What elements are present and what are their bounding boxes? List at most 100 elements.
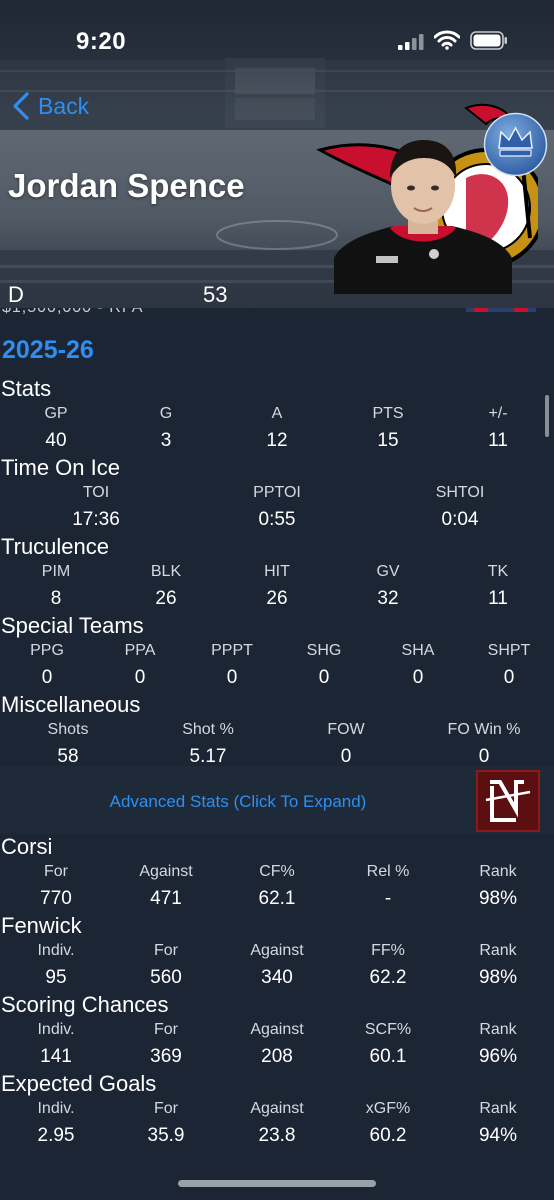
stat-value: 369 xyxy=(150,1046,182,1067)
section-title-miscellaneous: Miscellaneous xyxy=(1,692,141,717)
stat-value: - xyxy=(384,888,392,909)
stat-truculence-gv: GV 32 xyxy=(333,562,443,610)
back-button[interactable]: Back xyxy=(12,92,89,120)
stat-value: 17:36 xyxy=(72,509,120,530)
stat-miscellaneous-shot: Shot % 5.17 xyxy=(153,720,263,768)
stat-miscellaneous-shots: Shots 58 xyxy=(13,720,123,768)
stat-label: For xyxy=(154,942,178,959)
stat-value: 0:04 xyxy=(441,509,479,530)
nst-logo-icon[interactable] xyxy=(476,770,540,832)
player-header: 9:20 Back Jordan Spence D 53 xyxy=(0,0,554,315)
stat-value: 3 xyxy=(160,430,172,451)
section-title-truculence: Truculence xyxy=(1,534,110,559)
stat-expected-goals-for: For 35.9 xyxy=(111,1099,221,1147)
stat-value: 5.17 xyxy=(189,746,227,767)
stat-label: GP xyxy=(44,405,68,422)
stat-label: SHTOI xyxy=(435,484,485,501)
stat-value: 11 xyxy=(488,588,508,609)
scrollbar[interactable] xyxy=(545,395,549,437)
stat-label: HIT xyxy=(264,563,290,580)
stat-label: +/- xyxy=(488,405,508,422)
player-number: 53 xyxy=(203,282,228,307)
stat-label: GV xyxy=(376,563,400,580)
stat-label: Rel % xyxy=(366,863,410,880)
stat-label: Rank xyxy=(479,863,517,880)
stat-value: 26 xyxy=(155,588,177,609)
stat-fenwick-indiv: Indiv. 95 xyxy=(1,941,111,989)
stat-fenwick-ff: FF% 62.2 xyxy=(333,941,443,989)
stat-label: For xyxy=(154,1021,178,1038)
stat-value: 62.2 xyxy=(369,967,407,988)
stat-value: 0 xyxy=(478,746,490,767)
player-name: Jordan Spence xyxy=(8,167,245,204)
stat-value: 8 xyxy=(50,588,62,609)
section-title-scoring-chances: Scoring Chances xyxy=(1,992,169,1017)
stat-truculence-blk: BLK 26 xyxy=(111,562,221,610)
stat-value: 58 xyxy=(57,746,79,767)
stat-scoring-chances-against: Against 208 xyxy=(222,1020,332,1068)
stat-fenwick-against: Against 340 xyxy=(222,941,332,989)
stat-value: 141 xyxy=(40,1046,72,1067)
stat-time-on-ice-shtoi: SHTOI 0:04 xyxy=(405,483,515,531)
stat-label: SCF% xyxy=(364,1021,412,1038)
stat-label: PTS xyxy=(372,405,404,422)
home-indicator[interactable] xyxy=(178,1180,376,1187)
stat-fenwick-for: For 560 xyxy=(111,941,221,989)
stat-value: 11 xyxy=(488,430,508,451)
stat-value: 95 xyxy=(45,967,67,988)
stat-label: For xyxy=(44,863,68,880)
stat-label: Rank xyxy=(479,1100,517,1117)
stat-expected-goals-xgf: xGF% 60.2 xyxy=(333,1099,443,1147)
stat-value: 26 xyxy=(266,588,288,609)
stat-truculence-pim: PIM 8 xyxy=(1,562,111,610)
contract-row-partial: $1,500,000 - RFA xyxy=(0,308,554,324)
wifi-icon xyxy=(434,30,460,50)
stat-scoring-chances-for: For 369 xyxy=(111,1020,221,1068)
stat-label: Indiv. xyxy=(37,942,75,959)
stat-stats-gp: GP 40 xyxy=(1,404,111,452)
advanced-stats-link[interactable]: Advanced Stats (Click To Expand) xyxy=(0,792,476,812)
stat-value: 208 xyxy=(261,1046,293,1067)
stat-miscellaneous-fo-win: FO Win % 0 xyxy=(429,720,539,768)
stat-label: Against xyxy=(250,942,304,959)
stat-stats-col4: +/- 11 xyxy=(443,404,553,452)
stat-value: 94% xyxy=(478,1125,518,1146)
section-title-corsi: Corsi xyxy=(1,834,53,859)
chevron-left-icon xyxy=(13,92,29,120)
stat-label: For xyxy=(154,1100,178,1117)
stat-value: 60.2 xyxy=(369,1125,407,1146)
stat-value: 12 xyxy=(266,430,288,451)
stat-label: FO Win % xyxy=(447,721,521,738)
stat-scoring-chances-scf: SCF% 60.1 xyxy=(333,1020,443,1068)
stat-value: 770 xyxy=(40,888,72,909)
stat-label: PIM xyxy=(41,563,71,580)
stat-label: Against xyxy=(250,1100,304,1117)
stat-label: xGF% xyxy=(365,1100,411,1117)
stat-value: 340 xyxy=(261,967,293,988)
stat-value: 15 xyxy=(377,430,399,451)
section-title-expected-goals: Expected Goals xyxy=(1,1071,157,1096)
stat-value: 60.1 xyxy=(369,1046,407,1067)
season-title: 2025-26 xyxy=(2,336,94,364)
status-bar: 9:20 xyxy=(0,0,554,58)
stat-label: Indiv. xyxy=(37,1021,75,1038)
stat-value: 0:55 xyxy=(258,509,296,530)
stat-label: Against xyxy=(250,1021,304,1038)
contract-text: $1,500,000 - RFA xyxy=(2,308,143,317)
stat-expected-goals-rank: Rank 94% xyxy=(443,1099,553,1147)
stat-value: 98% xyxy=(478,888,518,909)
section-title-stats: Stats xyxy=(1,376,52,401)
stat-label: G xyxy=(159,405,173,422)
stat-corsi-against: Against 471 xyxy=(111,862,221,910)
stat-label: BLK xyxy=(150,563,182,580)
stat-stats-g: G3 xyxy=(111,404,221,452)
crown-badge-icon[interactable] xyxy=(483,112,548,177)
stat-stats-a: A 12 xyxy=(222,404,332,452)
stat-label: FOW xyxy=(327,721,365,738)
stat-value: 471 xyxy=(150,888,182,909)
all-star-icon xyxy=(466,308,536,312)
stat-scoring-chances-indiv: Indiv. 141 xyxy=(1,1020,111,1068)
stat-label: Shot % xyxy=(182,721,234,738)
stat-value: 98% xyxy=(478,967,518,988)
stat-label: Rank xyxy=(479,942,517,959)
